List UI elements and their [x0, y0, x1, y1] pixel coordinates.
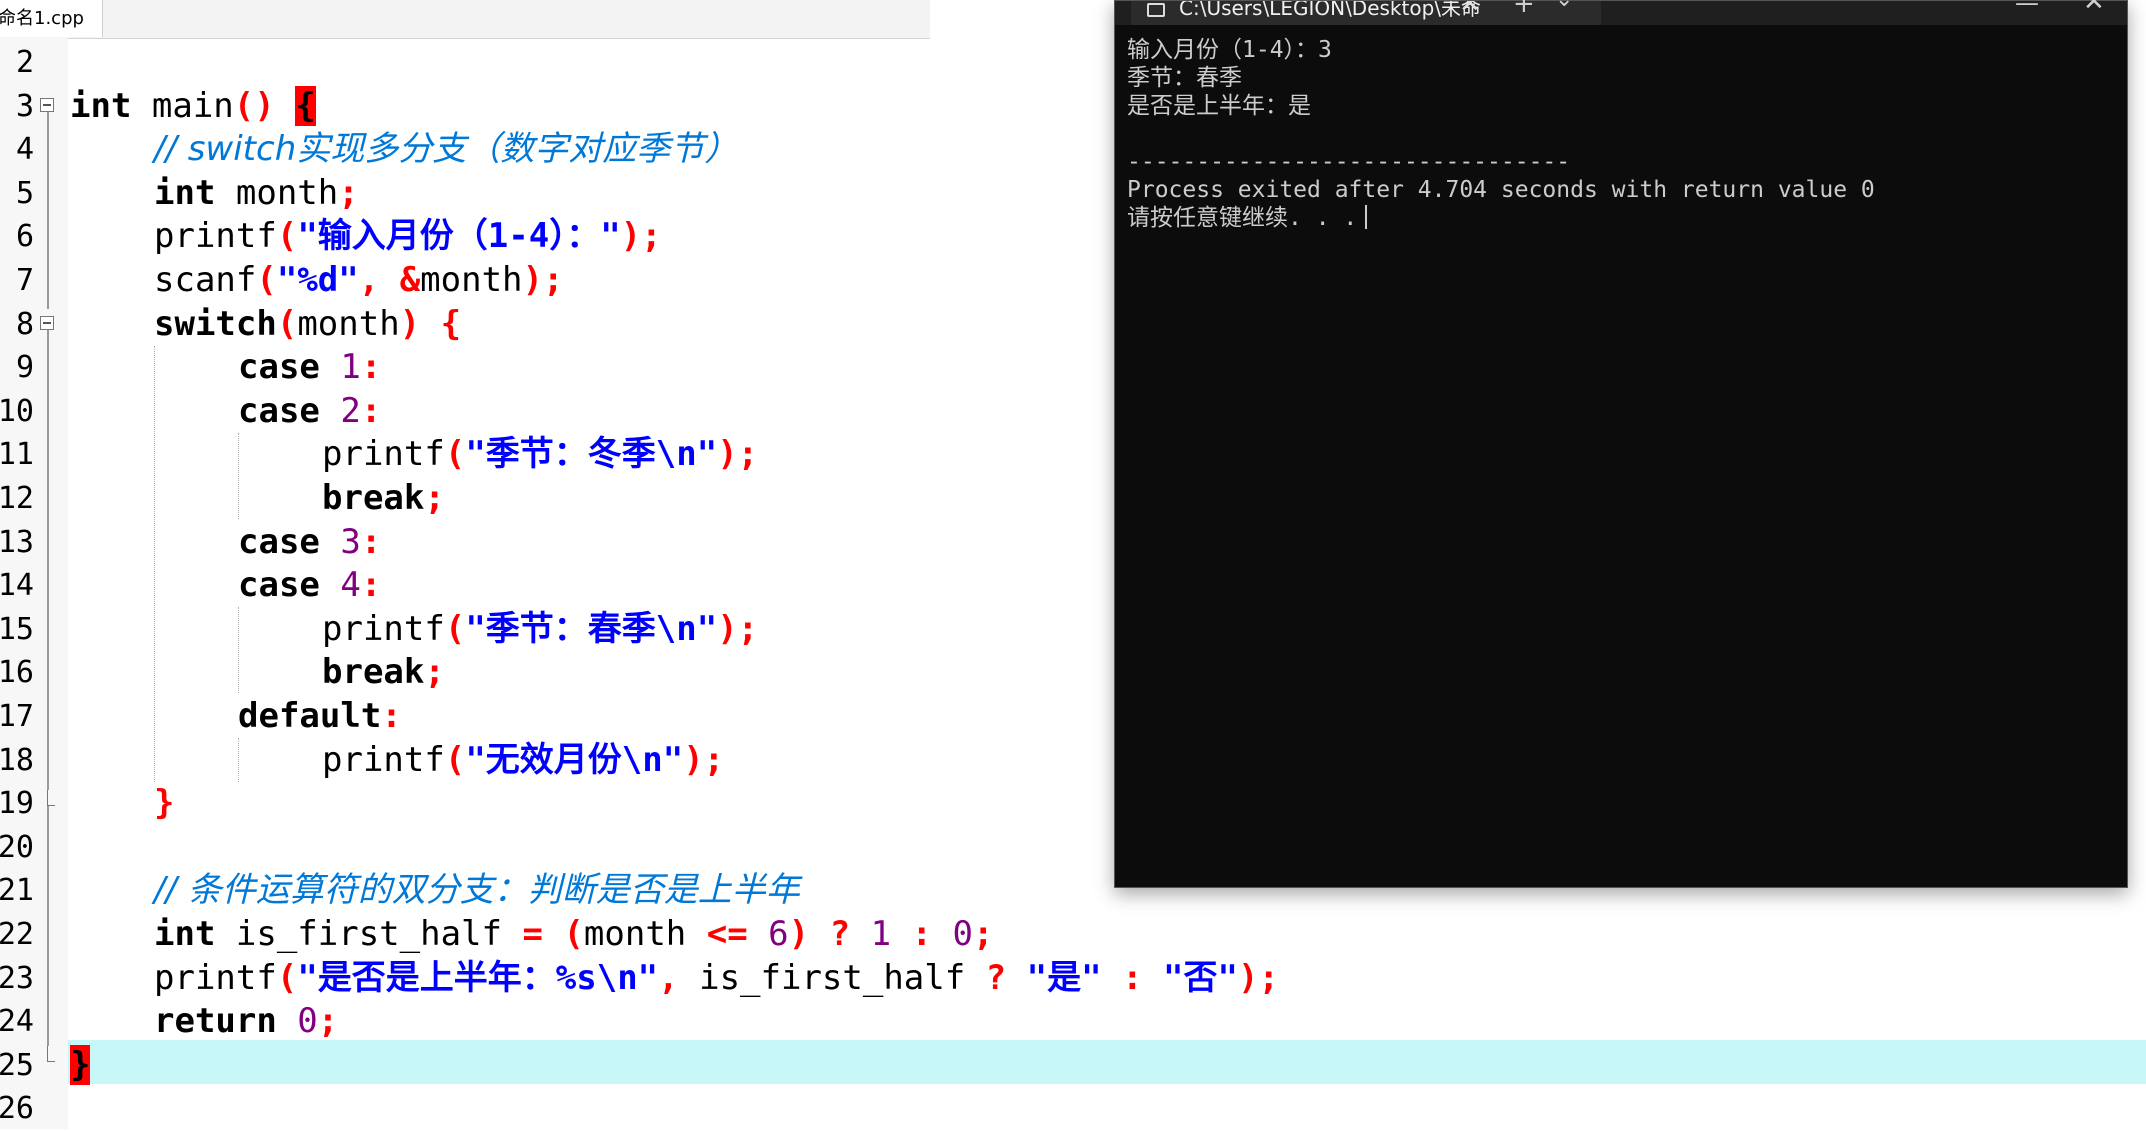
code-line-23: printf("是否是上半年：%s\n", is_first_half ? "是… — [154, 957, 1279, 998]
fold-end-switch — [47, 790, 55, 806]
console-prompt: 请按任意键继续. . . — [1127, 205, 1358, 231]
console-separator: -------------------------------- — [1127, 149, 1571, 175]
indent-guide — [238, 433, 239, 519]
line-number: 9 — [15, 350, 34, 386]
close-window-icon[interactable]: ✕ — [2083, 0, 2105, 17]
line-number: 7 — [15, 263, 34, 298]
file-tab[interactable]: 未命名1.cpp — [0, 0, 103, 37]
fold-toggle-switch[interactable] — [40, 316, 54, 330]
code-line-14: case 4: — [238, 565, 382, 606]
line-number: 17 — [0, 699, 34, 734]
line-number: 26 — [0, 1091, 34, 1127]
code-line-5: int month; — [154, 172, 359, 213]
code-line-8: switch(month) { — [154, 303, 462, 344]
fold-end-main — [47, 1046, 55, 1062]
console-output-line: 季节：春季 — [1127, 65, 1242, 91]
code-line-18: printf("无效月份\n"); — [322, 739, 725, 780]
line-number: 25 — [0, 1047, 34, 1083]
text-cursor — [1365, 205, 1368, 229]
fold-guide — [47, 806, 49, 1046]
matched-brace: } — [70, 1044, 91, 1085]
line-number: 2 — [15, 45, 34, 80]
line-number: 8 — [15, 306, 34, 342]
line-number: 14 — [0, 568, 34, 604]
line-number: 6 — [15, 219, 34, 255]
code-line-7: scanf("%d", &month); — [154, 260, 564, 300]
code-line-13: case 3: — [238, 521, 382, 562]
identifier: main — [131, 85, 234, 126]
console-titlebar[interactable]: C:\Users\LEGION\Desktop\未命 ✕ + ⌄ — ✕ — [1115, 0, 2127, 25]
code-line-10: case 2: — [238, 390, 382, 431]
line-number: 10 — [0, 393, 34, 429]
keyword-int: int — [70, 85, 132, 126]
chevron-down-icon[interactable]: ⌄ — [1555, 0, 1573, 12]
paren: () — [233, 85, 275, 126]
comment: // 条件运算符的双分支：判断是否是上半年 — [154, 870, 800, 911]
file-tab-title: 未命名1.cpp — [0, 8, 84, 29]
code-line-3: int main() { — [70, 85, 316, 129]
comment: // switch实现多分支（数字对应季节） — [154, 129, 739, 170]
current-line-highlight — [68, 1040, 2146, 1084]
console-output-line: 输入月份（1-4）：3 — [1127, 37, 1332, 63]
matched-brace: { — [295, 85, 316, 126]
console-prompt-line: 请按任意键继续. . . — [1127, 204, 1368, 232]
fold-guide — [47, 112, 49, 309]
indent-guide — [154, 346, 155, 782]
line-number: 16 — [0, 655, 34, 691]
close-tab-icon[interactable]: ✕ — [1459, 1, 1481, 19]
line-number: 11 — [0, 437, 34, 473]
line-number: 5 — [15, 175, 34, 211]
console-exit-status: Process exited after 4.704 seconds with … — [1127, 177, 1875, 203]
new-tab-icon[interactable]: + — [1513, 0, 1535, 19]
code-line-22: int is_first_half = (month <= 6) ? 1 : 0… — [154, 914, 994, 954]
console-tab-title: C:\Users\LEGION\Desktop\未命 — [1179, 1, 1482, 20]
terminal-icon — [1147, 3, 1165, 17]
string-literal: "输入月份（1-4）：" — [297, 216, 621, 257]
code-line-9: case 1: — [238, 347, 382, 388]
code-line-16: break; — [322, 652, 445, 693]
console-output-line: 是否是上半年：是 — [1127, 93, 1311, 119]
indent-guide — [238, 607, 239, 693]
line-number: 20 — [0, 829, 34, 865]
line-number: 13 — [0, 524, 34, 560]
fold-guide — [47, 330, 49, 790]
line-number: 24 — [0, 1004, 34, 1040]
line-number: 3 — [15, 88, 34, 124]
line-number: 23 — [0, 960, 34, 996]
line-number: 18 — [0, 742, 34, 778]
code-line-21: // 条件运算符的双分支：判断是否是上半年 — [154, 869, 800, 913]
line-number: 21 — [0, 873, 34, 909]
line-number: 22 — [0, 917, 34, 952]
code-line-17: default: — [238, 696, 402, 736]
line-number: 12 — [0, 481, 34, 516]
code-line-6: printf("输入月份（1-4）："); — [154, 216, 662, 257]
code-line-4: // switch实现多分支（数字对应季节） — [154, 128, 738, 172]
fold-toggle-main[interactable] — [40, 98, 54, 112]
code-line-19: } — [154, 783, 175, 824]
code-line-24: return 0; — [154, 1001, 339, 1042]
editor-tab-bar: 未命名1.cpp — [0, 0, 930, 39]
code-line-12: break; — [322, 478, 445, 518]
line-number: 15 — [0, 611, 34, 647]
minimize-icon[interactable]: — — [2015, 0, 2039, 17]
code-line-25: } — [70, 1044, 91, 1088]
line-number: 4 — [15, 132, 34, 168]
indent-guide — [238, 738, 239, 782]
line-number: 19 — [0, 786, 34, 822]
console-window[interactable]: C:\Users\LEGION\Desktop\未命 ✕ + ⌄ — ✕ 输入月… — [1114, 0, 2128, 888]
code-line-15: printf("季节：春季\n"); — [322, 608, 759, 649]
code-line-11: printf("季节：冬季\n"); — [322, 434, 759, 475]
